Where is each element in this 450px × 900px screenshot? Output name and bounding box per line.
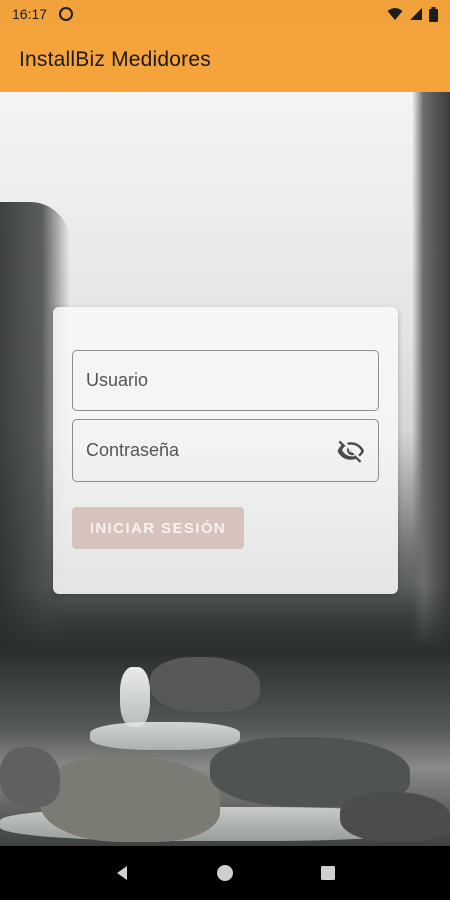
background-waterfall: [120, 667, 150, 727]
login-card: Usuario Contraseña INICIAR SESIÓN: [53, 307, 398, 594]
battery-icon: [429, 6, 438, 22]
username-field[interactable]: Usuario: [72, 350, 379, 411]
notification-icon: [59, 7, 74, 21]
app-title: InstallBiz Medidores: [19, 48, 211, 71]
password-placeholder: Contraseña: [86, 440, 180, 460]
login-button[interactable]: INICIAR SESIÓN: [72, 507, 244, 549]
system-nav-bar: [0, 846, 450, 900]
home-icon: [216, 865, 233, 881]
username-placeholder: Usuario: [86, 370, 149, 390]
back-icon: [116, 866, 127, 880]
back-button[interactable]: [111, 862, 133, 884]
password-field[interactable]: Contraseña: [72, 419, 379, 482]
status-icons: [387, 6, 438, 22]
background-rock: [0, 747, 60, 807]
home-button[interactable]: [214, 862, 236, 884]
recents-icon: [321, 866, 336, 880]
status-bar: 16:17: [0, 0, 450, 28]
background-rock: [40, 757, 220, 842]
app-bar: InstallBiz Medidores: [0, 28, 450, 92]
recents-button[interactable]: [317, 862, 339, 884]
background-rock: [340, 792, 450, 842]
wifi-icon: [387, 8, 403, 20]
background-rock: [150, 657, 260, 712]
background-stream: [90, 722, 240, 750]
status-time: 16:17: [12, 6, 48, 22]
visibility-off-icon[interactable]: [337, 437, 365, 465]
signal-icon: [410, 8, 422, 20]
